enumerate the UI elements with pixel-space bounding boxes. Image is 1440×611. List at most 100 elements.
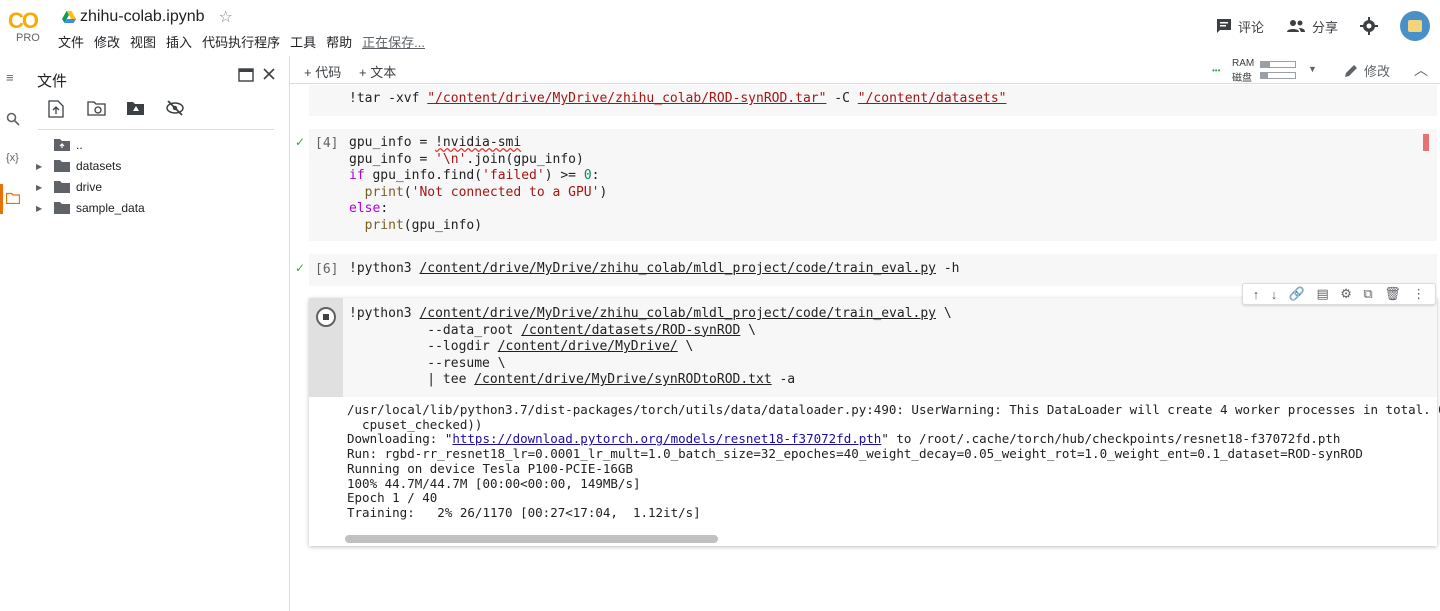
more-menu-icon[interactable]: ⋮ [1412, 286, 1425, 302]
saving-status[interactable]: 正在保存... [362, 32, 425, 51]
notebook-main: + 代码 + 文本 ••• RAM 磁盘 ▼ 修改 ︿ !tar -xvf "/… [290, 56, 1440, 611]
app-header: CO PRO zhihu-colab.ipynb ☆ 文件 修改 视图 插入 代… [0, 0, 1440, 56]
variables-icon[interactable]: {x} [6, 152, 24, 170]
menu-runtime[interactable]: 代码执行程序 [202, 32, 280, 51]
menu-view[interactable]: 视图 [130, 32, 156, 51]
ram-meter [1260, 61, 1296, 68]
cell-code: !tar -xvf "/content/drive/MyDrive/zhihu_… [349, 91, 1007, 106]
menu-edit[interactable]: 修改 [94, 32, 120, 51]
ram-label: RAM [1232, 58, 1255, 69]
gear-icon [1360, 17, 1378, 35]
download-link[interactable]: https://download.pytorch.org/models/resn… [452, 431, 881, 447]
mirror-cell-icon[interactable]: ⧉ [1363, 286, 1372, 302]
hide-files-icon[interactable] [165, 100, 185, 120]
user-avatar[interactable] [1400, 11, 1430, 41]
colab-pro-logo[interactable]: CO PRO [8, 8, 46, 44]
execution-count: [4] [315, 136, 339, 151]
connected-check-icon: ••• [1212, 66, 1221, 75]
expand-arrow-icon[interactable]: ▶ [36, 204, 46, 213]
toc-icon[interactable]: ≡ [6, 70, 24, 88]
notebook-title-row: zhihu-colab.ipynb ☆ [62, 6, 233, 28]
mount-drive-icon[interactable] [126, 100, 146, 120]
disk-meter [1260, 72, 1296, 79]
files-panel-title: 文件 [37, 73, 68, 90]
menu-help[interactable]: 帮助 [326, 32, 352, 51]
tree-item-label: datasets [76, 159, 122, 173]
cell-code: gpu_info = !nvidia-smi gpu_info = '\n'.j… [349, 135, 608, 233]
avatar-image [1408, 20, 1422, 32]
refresh-folder-icon[interactable] [87, 100, 107, 120]
tree-item-label: .. [76, 138, 83, 152]
comment-icon[interactable]: ▤ [1316, 286, 1328, 302]
move-down-icon[interactable]: ↓ [1271, 287, 1278, 302]
tree-item-label: sample_data [76, 201, 145, 215]
folder-icon [54, 202, 70, 214]
add-code-button[interactable]: + 代码 [304, 62, 341, 81]
settings-button[interactable] [1360, 17, 1384, 35]
menu-insert[interactable]: 插入 [166, 32, 192, 51]
resource-monitor[interactable]: ••• RAM 磁盘 ▼ [1210, 58, 1320, 84]
disk-meter-fill [1261, 73, 1268, 78]
chevron-down-icon[interactable]: ▼ [1308, 64, 1317, 74]
edit-mode-label: 修改 [1364, 64, 1391, 79]
disk-label: 磁盘 [1232, 73, 1252, 84]
code-cell-4[interactable]: ✓ [4] gpu_info = !nvidia-smi gpu_info = … [295, 129, 1437, 241]
tree-item-parent[interactable]: .. [36, 135, 83, 155]
gear-icon[interactable]: ⚙ [1340, 286, 1352, 302]
menu-tools[interactable]: 工具 [290, 32, 316, 51]
edit-mode-button[interactable]: 修改 [1344, 61, 1390, 80]
google-drive-icon [62, 11, 76, 23]
close-icon[interactable] [262, 67, 276, 81]
files-panel: 文件 .. ▶ datasets ▶ drive ▶ sample_data [30, 56, 290, 611]
cell-gutter [309, 298, 343, 397]
cell-toolbar: ↑ ↓ 🔗 ▤ ⚙ ⧉ 🗑 ⋮ [1242, 283, 1436, 305]
pencil-icon [1345, 64, 1357, 77]
file-toolbar [48, 100, 204, 120]
cell-code: !python3 /content/drive/MyDrive/zhihu_co… [349, 306, 952, 387]
chevron-up-icon[interactable]: ︿ [1414, 60, 1428, 80]
folder-icon[interactable] [5, 192, 24, 210]
star-icon[interactable]: ☆ [219, 7, 233, 27]
code-cell-running[interactable]: !python3 /content/drive/MyDrive/zhihu_co… [309, 298, 1440, 546]
folder-icon [54, 160, 70, 172]
comment-icon [1216, 19, 1231, 33]
logo-pro-label: PRO [16, 32, 40, 44]
success-check-icon: ✓ [295, 261, 306, 275]
expand-arrow-icon[interactable]: ▶ [36, 162, 46, 171]
code-cell-tar[interactable]: !tar -xvf "/content/drive/MyDrive/zhihu_… [309, 85, 1437, 116]
delete-icon[interactable]: 🗑 [1384, 286, 1401, 302]
upload-icon[interactable] [48, 100, 68, 120]
folder-icon [54, 181, 70, 193]
link-icon[interactable]: 🔗 [1289, 286, 1305, 302]
execution-count: [6] [315, 262, 339, 277]
add-text-button[interactable]: + 文本 [359, 62, 396, 81]
notebook-toolbar: + 代码 + 文本 ••• RAM 磁盘 ▼ 修改 ︿ [290, 56, 1440, 84]
comment-label: 评论 [1237, 19, 1264, 35]
divider [38, 129, 274, 130]
cell-output: /usr/local/lib/python3.7/dist-packages/t… [347, 402, 1440, 520]
tree-item-drive[interactable]: ▶ drive [36, 177, 102, 197]
left-rail: ≡ {x} [0, 56, 30, 611]
menu-file[interactable]: 文件 [58, 32, 84, 51]
success-check-icon: ✓ [295, 135, 306, 149]
code-cell-6[interactable]: ✓ [6] !python3 /content/drive/MyDrive/zh… [295, 254, 1437, 286]
menu-bar: 文件 修改 视图 插入 代码执行程序 工具 帮助 正在保存... [58, 32, 435, 51]
share-label: 分享 [1311, 19, 1338, 35]
tree-item-label: drive [76, 180, 103, 194]
cell-code: !python3 /content/drive/MyDrive/zhihu_co… [349, 261, 960, 276]
parent-folder-icon [54, 139, 70, 151]
logo-text: CO [8, 8, 39, 33]
notebook-title[interactable]: zhihu-colab.ipynb [80, 8, 205, 26]
search-icon[interactable] [6, 112, 24, 130]
tree-item-datasets[interactable]: ▶ datasets [36, 156, 121, 176]
stop-execution-button[interactable] [316, 307, 336, 327]
share-button[interactable]: 分享 [1286, 17, 1338, 36]
cell-editor[interactable]: !python3 /content/drive/MyDrive/zhihu_co… [343, 298, 1437, 397]
output-horizontal-scrollbar[interactable] [345, 535, 718, 543]
header-actions: 评论 分享 [1194, 10, 1430, 42]
expand-arrow-icon[interactable]: ▶ [36, 183, 46, 192]
comment-button[interactable]: 评论 [1216, 17, 1264, 36]
open-window-icon[interactable] [238, 68, 254, 82]
move-up-icon[interactable]: ↑ [1253, 287, 1260, 302]
tree-item-sample-data[interactable]: ▶ sample_data [36, 198, 145, 218]
